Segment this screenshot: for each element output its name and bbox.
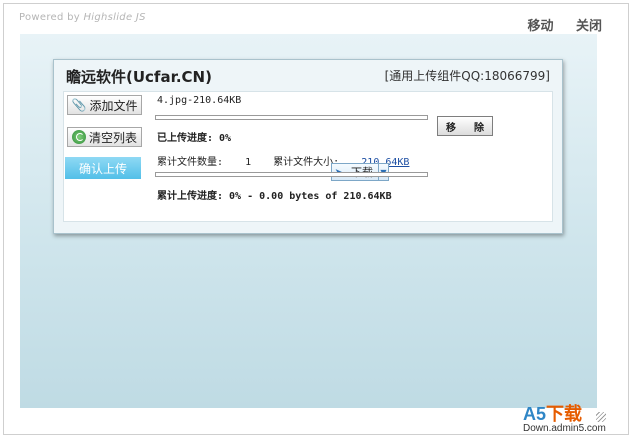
watermark-logo: A5下载 Down.admin5.com (523, 404, 606, 434)
clear-list-button[interactable]: 清空列表 (67, 127, 142, 147)
powered-by-text: Powered by Highslide JS (19, 12, 146, 23)
watermark-a5: A5 (523, 404, 547, 424)
watermark-download: 下载 (546, 404, 583, 424)
file-name: 4.jpg-210.64KB (157, 95, 242, 106)
dialog-qq: [通用上传组件QQ:18066799] (384, 69, 550, 83)
move-button[interactable]: 移动 (527, 19, 553, 34)
add-files-label: 添加文件 (89, 98, 138, 113)
add-files-button[interactable]: 📎 添加文件 (67, 95, 142, 115)
size-label: 累计文件大小: (273, 157, 340, 168)
clear-list-label: 清空列表 (88, 130, 137, 145)
count-value: 1 (245, 157, 252, 168)
total-progress-bar (155, 172, 428, 177)
confirm-upload-button[interactable]: 确认上传 (65, 157, 141, 179)
top-controls: 移动 关闭 (509, 15, 602, 34)
dialog-body: 📎 添加文件 清空列表 确认上传 4.jpg-210.64KB 已上传进度: 0… (63, 91, 553, 222)
upload-dialog: 瞻远软件(Ucfar.CN) [通用上传组件QQ:18066799] 📎 添加文… (53, 59, 563, 234)
powered-brand: Highslide JS (83, 12, 146, 23)
watermark-url: Down.admin5.com (523, 423, 606, 434)
dialog-title: 瞻远软件(Ucfar.CN) (66, 68, 212, 86)
clear-list-icon (71, 130, 86, 144)
paperclip-icon: 📎 (71, 98, 87, 112)
count-label: 累计文件数量: (157, 157, 224, 168)
powered-prefix: Powered by (19, 12, 80, 23)
file-progress-label: 已上传进度: 0% (157, 133, 232, 144)
total-progress-label: 累计上传进度: 0% - 0.00 bytes of 210.64KB (157, 191, 392, 202)
close-button[interactable]: 关闭 (576, 19, 602, 34)
sidebar: 📎 添加文件 清空列表 确认上传 (64, 92, 148, 221)
remove-button[interactable]: 移 除 (437, 116, 493, 136)
file-progress-bar (155, 115, 428, 120)
